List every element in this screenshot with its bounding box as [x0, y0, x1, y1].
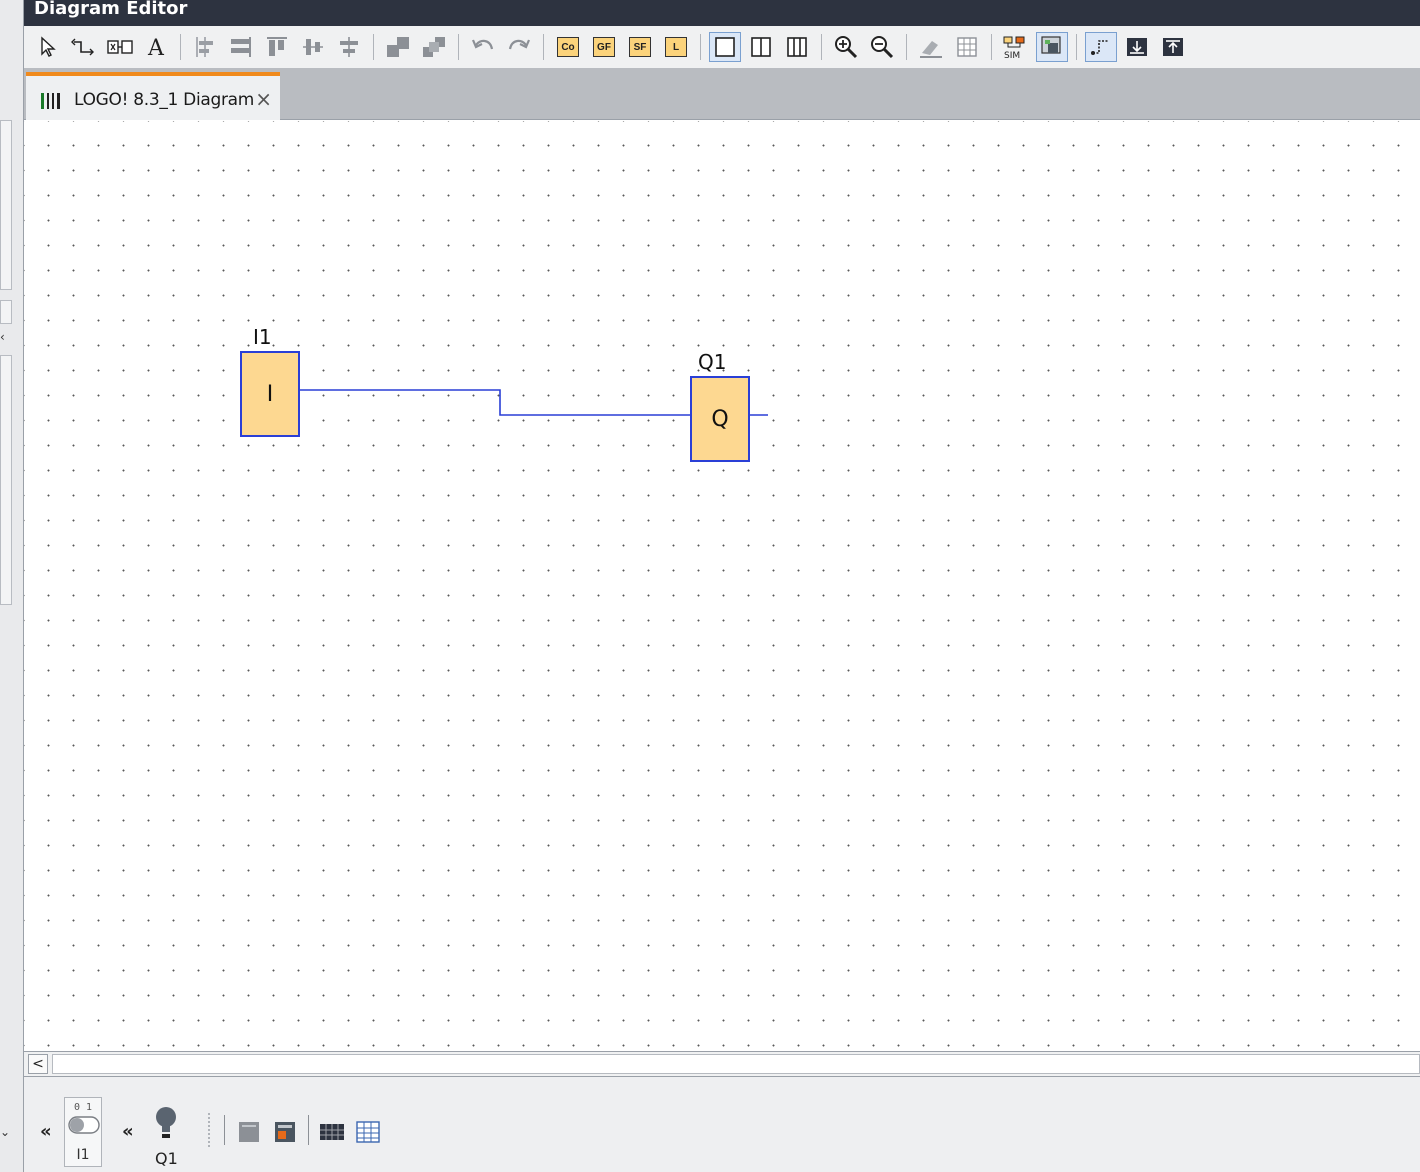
horizontal-scrollbar[interactable]: < [24, 1051, 1420, 1077]
bar-separator [308, 1115, 309, 1145]
group-icon[interactable] [382, 32, 414, 62]
diagram-canvas[interactable]: I1 I Q1 Q [24, 121, 1420, 1051]
block-i1-symbol: I [266, 381, 274, 407]
dropdown-arrow-icon[interactable]: ⌄ [0, 1125, 10, 1139]
block-q1-name: Q1 [698, 350, 727, 374]
ungroup-icon[interactable] [418, 32, 450, 62]
tab-label: LOGO! 8.3_1 Diagram [74, 90, 255, 110]
output-block-q1[interactable]: Q [690, 376, 750, 462]
online-panel-icon[interactable] [272, 1119, 298, 1145]
scroll-left-button[interactable]: < [28, 1054, 48, 1074]
diagram-file-icon [41, 93, 60, 109]
toolbar-separator [458, 34, 459, 60]
single-page-icon[interactable] [709, 32, 741, 62]
window-title: Diagram Editor [34, 0, 188, 19]
constants-button[interactable]: Co [552, 32, 584, 62]
toolbar-separator [821, 34, 822, 60]
left-panel-segment [0, 355, 12, 605]
sf-label: SF [629, 37, 651, 57]
eraser-icon[interactable] [915, 32, 947, 62]
input-block-i1[interactable]: I [240, 351, 300, 437]
simulation-icon[interactable]: SIM [1000, 32, 1032, 62]
block-q1-symbol: Q [711, 406, 729, 432]
toggle-switch-icon [68, 1116, 100, 1134]
input-label: I1 [76, 1147, 90, 1163]
table-icon[interactable] [951, 32, 983, 62]
parameter-panel-icon[interactable] [236, 1119, 262, 1145]
title-bar: Diagram Editor [24, 0, 1420, 26]
collapse-arrow-icon[interactable]: ‹ [0, 330, 5, 344]
co-label: Co [557, 37, 579, 57]
svg-text:A: A [147, 36, 165, 59]
zoom-in-icon[interactable] [830, 32, 862, 62]
toolbar-separator [700, 34, 701, 60]
cut-connect-icon[interactable] [104, 32, 136, 62]
svg-text:SIM: SIM [1004, 51, 1020, 60]
special-functions-button[interactable]: SF [624, 32, 656, 62]
collapse-inputs-chevron-icon[interactable]: « [40, 1121, 52, 1142]
two-column-icon[interactable] [745, 32, 777, 62]
collapse-outputs-chevron-icon[interactable]: « [122, 1121, 134, 1142]
text-icon[interactable]: A [140, 32, 172, 62]
lamp-icon[interactable] [152, 1105, 180, 1141]
select-icon[interactable] [32, 32, 64, 62]
route-icon[interactable] [1085, 32, 1117, 62]
three-column-icon[interactable] [781, 32, 813, 62]
io-status-bar: « 0 1 I1 « Q1 [24, 1077, 1420, 1172]
collapse-icon[interactable] [1157, 32, 1189, 62]
toolbar-separator [373, 34, 374, 60]
redo-icon[interactable] [503, 32, 535, 62]
align-vertical-icon[interactable] [225, 32, 257, 62]
toolbar-separator [1076, 34, 1077, 60]
grid-panel-icon[interactable] [318, 1119, 346, 1145]
block-i1-name: I1 [253, 325, 272, 349]
left-panel-segment [0, 120, 12, 290]
switch-digits: 0 1 [73, 1102, 93, 1113]
l-label: L [665, 37, 687, 57]
expand-icon[interactable] [1121, 32, 1153, 62]
zoom-out-icon[interactable] [866, 32, 898, 62]
toolbar-separator [906, 34, 907, 60]
align-left-icon[interactable] [189, 32, 221, 62]
wire-i1-q1[interactable] [300, 389, 690, 416]
output-label: Q1 [155, 1149, 178, 1168]
basic-functions-button[interactable]: GF [588, 32, 620, 62]
scrollbar-track[interactable] [52, 1054, 1420, 1074]
distribute-icon[interactable] [333, 32, 365, 62]
grip-separator [208, 1113, 210, 1147]
toolbar-separator [543, 34, 544, 60]
toolbar-separator [180, 34, 181, 60]
input-switch-i1[interactable]: 0 1 I1 [64, 1097, 102, 1167]
online-test-icon[interactable] [1036, 32, 1068, 62]
tab-logo-diagram[interactable]: LOGO! 8.3_1 Diagram × [26, 72, 280, 120]
align-top-icon[interactable] [261, 32, 293, 62]
gf-label: GF [593, 37, 615, 57]
list-panel-icon[interactable] [354, 1119, 382, 1145]
toolbar: A Co GF SF L SIM [24, 26, 1420, 68]
align-horizontal-icon[interactable] [297, 32, 329, 62]
left-panel-edge: ‹ ⌄ [0, 0, 24, 1172]
editor-tab-strip: LOGO! 8.3_1 Diagram × [24, 68, 1420, 120]
close-icon[interactable]: × [255, 87, 272, 111]
bar-separator [224, 1115, 225, 1145]
undo-icon[interactable] [467, 32, 499, 62]
udf-button[interactable]: L [660, 32, 692, 62]
connection-layer [300, 389, 768, 416]
left-panel-segment [0, 300, 12, 324]
toolbar-separator [991, 34, 992, 60]
connect-icon[interactable] [68, 32, 100, 62]
